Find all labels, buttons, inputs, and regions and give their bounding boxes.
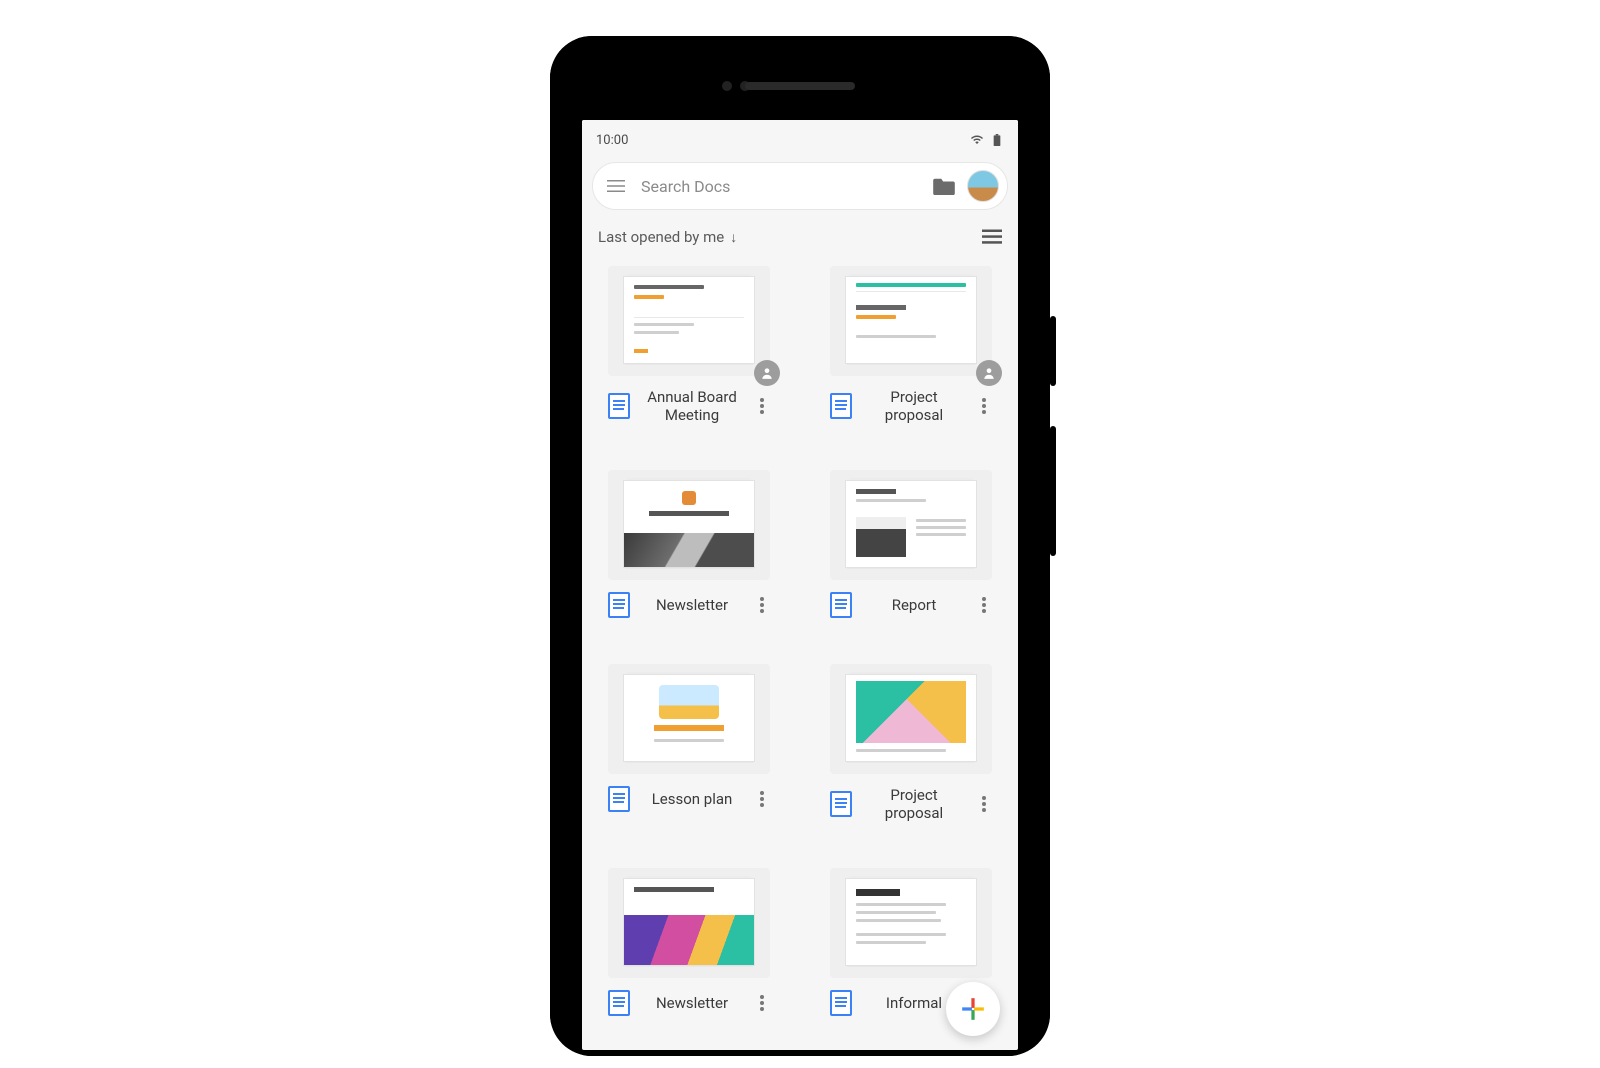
shared-badge: [976, 360, 1002, 386]
status-time: 10:00: [596, 133, 628, 148]
docs-icon: [830, 592, 852, 618]
doc-thumbnail[interactable]: [608, 664, 770, 774]
screen: 10:00 Search Docs Last opened by me: [582, 120, 1018, 1050]
more-options-button[interactable]: [754, 791, 770, 807]
doc-footer: Project proposal: [830, 774, 992, 822]
doc-card[interactable]: Newsletter: [608, 470, 770, 618]
docs-icon: [608, 592, 630, 618]
docs-icon: [830, 990, 852, 1016]
docs-icon: [830, 393, 852, 419]
doc-footer: Newsletter: [608, 580, 770, 618]
side-button: [1050, 316, 1056, 386]
doc-title: Project proposal: [860, 786, 968, 822]
more-vert-icon: [982, 398, 986, 414]
doc-footer: Newsletter: [608, 978, 770, 1016]
arrow-down-icon: ↓: [730, 229, 737, 246]
more-options-button[interactable]: [976, 597, 992, 613]
sort-label: Last opened by me: [598, 228, 724, 246]
shared-badge: [754, 360, 780, 386]
new-document-fab[interactable]: [946, 982, 1000, 1036]
doc-footer: Report: [830, 580, 992, 618]
more-vert-icon: [760, 791, 764, 807]
thumbnail-preview: [845, 674, 977, 762]
doc-thumbnail[interactable]: [608, 470, 770, 580]
doc-thumbnail[interactable]: [608, 266, 770, 376]
status-icons: [970, 134, 1004, 146]
doc-title: Annual Board Meeting: [638, 388, 746, 424]
sensor-dot: [722, 81, 732, 91]
thumbnail-preview: [845, 480, 977, 568]
doc-card[interactable]: Annual Board Meeting: [608, 266, 770, 424]
plus-icon: [960, 996, 986, 1022]
more-options-button[interactable]: [754, 597, 770, 613]
doc-card[interactable]: Newsletter: [608, 868, 770, 1016]
doc-footer: Lesson plan: [608, 774, 770, 812]
doc-title: Lesson plan: [638, 790, 746, 808]
documents-grid: Annual Board Meeting: [582, 256, 1018, 1016]
more-vert-icon: [760, 995, 764, 1011]
thumbnail-preview: [623, 878, 755, 966]
folder-icon[interactable]: [933, 177, 955, 195]
docs-icon: [608, 786, 630, 812]
doc-thumbnail[interactable]: [830, 470, 992, 580]
person-icon: [760, 366, 774, 380]
doc-footer: Annual Board Meeting: [608, 376, 770, 424]
sort-dropdown[interactable]: Last opened by me ↓: [598, 228, 737, 246]
doc-thumbnail[interactable]: [608, 868, 770, 978]
more-vert-icon: [982, 597, 986, 613]
thumbnail-preview: [623, 276, 755, 364]
doc-title: Newsletter: [638, 994, 746, 1012]
doc-title: Report: [860, 596, 968, 614]
more-options-button[interactable]: [976, 398, 992, 414]
docs-icon: [608, 393, 630, 419]
docs-icon: [608, 990, 630, 1016]
more-options-button[interactable]: [754, 398, 770, 414]
thumbnail-preview: [845, 878, 977, 966]
doc-card[interactable]: Lesson plan: [608, 664, 770, 822]
avatar[interactable]: [967, 170, 999, 202]
sort-row: Last opened by me ↓: [582, 210, 1018, 256]
phone-frame: 10:00 Search Docs Last opened by me: [550, 36, 1050, 1056]
docs-icon: [830, 791, 852, 817]
doc-card[interactable]: Report: [830, 470, 992, 618]
doc-thumbnail[interactable]: [830, 266, 992, 376]
side-button: [1050, 426, 1056, 556]
wifi-icon: [970, 134, 984, 146]
search-bar[interactable]: Search Docs: [592, 162, 1008, 210]
more-vert-icon: [982, 796, 986, 812]
earpiece: [745, 82, 855, 90]
person-icon: [982, 366, 996, 380]
doc-title: Project proposal: [860, 388, 968, 424]
doc-card[interactable]: Project proposal: [830, 664, 992, 822]
thumbnail-preview: [623, 674, 755, 762]
doc-title: Newsletter: [638, 596, 746, 614]
thumbnail-preview: [845, 276, 977, 364]
thumbnail-preview: [623, 480, 755, 568]
doc-footer: Project proposal: [830, 376, 992, 424]
view-toggle-button[interactable]: [982, 229, 1002, 245]
more-options-button[interactable]: [976, 796, 992, 812]
search-placeholder[interactable]: Search Docs: [641, 177, 921, 196]
battery-icon: [990, 134, 1004, 146]
status-bar: 10:00: [582, 120, 1018, 154]
hamburger-icon: [607, 179, 625, 193]
doc-thumbnail[interactable]: [830, 868, 992, 978]
menu-button[interactable]: [603, 173, 629, 199]
more-vert-icon: [760, 398, 764, 414]
doc-thumbnail[interactable]: [830, 664, 992, 774]
more-vert-icon: [760, 597, 764, 613]
doc-card[interactable]: Project proposal: [830, 266, 992, 424]
phone-bezel: 10:00 Search Docs Last opened by me: [562, 48, 1038, 1044]
more-options-button[interactable]: [754, 995, 770, 1011]
